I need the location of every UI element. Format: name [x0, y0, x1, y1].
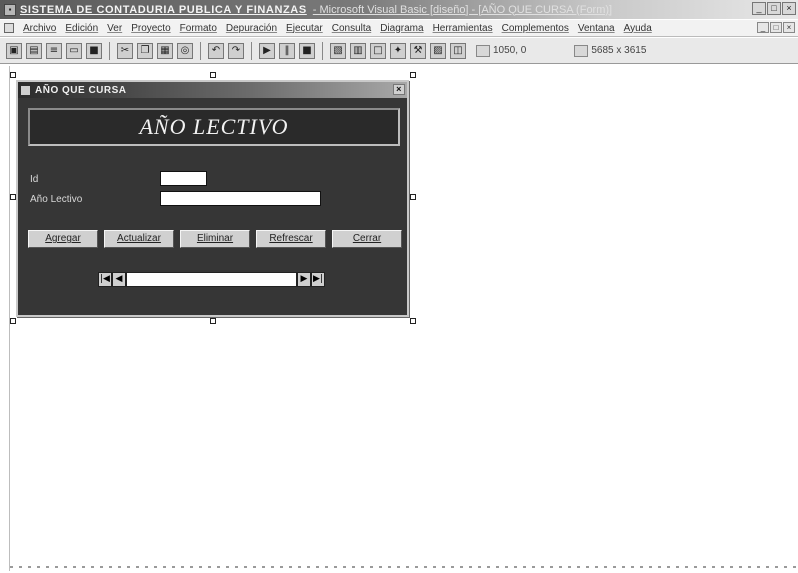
close-button[interactable]: × — [782, 2, 796, 15]
form-caption: AÑO QUE CURSA — [35, 84, 127, 96]
ano-lectivo-label: Año Lectivo — [30, 194, 83, 205]
menu-ver[interactable]: Ver — [107, 23, 122, 34]
undo-icon[interactable]: ↶ — [208, 42, 224, 59]
toolbar-separator — [251, 41, 252, 60]
cut-icon[interactable]: ✂ — [117, 42, 133, 59]
menu-complementos[interactable]: Complementos — [502, 23, 569, 34]
toolbar-separator — [109, 41, 110, 60]
size-icon — [574, 44, 589, 57]
form-close-button[interactable]: × — [393, 84, 405, 95]
size-value: 5685 x 3615 — [591, 45, 647, 56]
project-explorer-icon[interactable]: ▧ — [330, 42, 346, 59]
start-icon[interactable]: ▶ — [259, 42, 275, 59]
toolbox-icon[interactable]: ⚒ — [410, 42, 426, 59]
resize-handle-top-right[interactable] — [410, 72, 416, 78]
menu-proyecto[interactable]: Proyecto — [131, 23, 170, 34]
navigator-caption — [126, 271, 297, 287]
ide-title-bar: ▪ SISTEMA DE CONTADURIA PUBLICA Y FINANZ… — [0, 0, 798, 19]
mdi-window-controls: _ □ × — [757, 22, 795, 33]
open-icon[interactable]: ▭ — [66, 42, 82, 59]
size-readout: 5685 x 3615 — [574, 44, 647, 57]
form-layout-icon[interactable]: □ — [370, 42, 386, 59]
visual-basic-icon: ▪ — [4, 3, 16, 16]
data-view-icon[interactable]: ▨ — [430, 42, 446, 59]
window-controls: _ □ × — [752, 2, 796, 15]
copy-icon[interactable]: ❐ — [137, 42, 153, 59]
add-project-icon[interactable]: ▣ — [6, 42, 22, 59]
menu-bar: Archivo Edición Ver Proyecto Formato Dep… — [0, 20, 798, 37]
first-record-button[interactable]: |◀ — [98, 271, 112, 287]
menu-diagrama[interactable]: Diagrama — [380, 23, 423, 34]
action-buttons: Agregar Actualizar Eliminar Refrescar Ce… — [26, 230, 406, 250]
position-icon — [476, 44, 490, 57]
menu-editor-icon[interactable]: ≡ — [46, 42, 62, 59]
last-record-button[interactable]: ▶| — [311, 271, 325, 287]
form-banner: AÑO LECTIVO — [28, 108, 400, 146]
resize-handle-top[interactable] — [210, 72, 216, 78]
menu-ayuda[interactable]: Ayuda — [624, 23, 652, 34]
menu-archivo[interactable]: Archivo — [23, 23, 56, 34]
component-manager-icon[interactable]: ◫ — [450, 42, 466, 59]
save-icon[interactable]: ■ — [86, 42, 102, 59]
agregar-button[interactable]: Agregar — [28, 230, 98, 248]
find-icon[interactable]: ◎ — [177, 42, 193, 59]
id-field[interactable] — [160, 171, 207, 186]
toolbar-separator — [322, 41, 323, 60]
next-record-button[interactable]: ▶ — [297, 271, 311, 287]
id-label: Id — [30, 174, 39, 185]
menu-ejecutar[interactable]: Ejecutar — [286, 23, 323, 34]
position-readout: 1050, 0 — [476, 44, 527, 57]
resize-handle-top-left[interactable] — [10, 72, 16, 78]
form-icon — [21, 85, 30, 95]
paste-icon[interactable]: ▦ — [157, 42, 173, 59]
form-body: AÑO LECTIVO Id Año Lectivo Agregar Actua… — [18, 98, 407, 315]
ano-que-cursa-form[interactable]: AÑO QUE CURSA × AÑO LECTIVO Id Año Lecti… — [16, 80, 409, 317]
mdi-minimize-button[interactable]: _ — [757, 22, 769, 33]
menu-consulta[interactable]: Consulta — [332, 23, 371, 34]
resize-handle-bottom-left[interactable] — [10, 318, 16, 324]
mdi-restore-button[interactable]: □ — [770, 22, 782, 33]
data-navigator: |◀ ◀ ▶ ▶| — [98, 271, 325, 287]
object-browser-icon[interactable]: ✦ — [390, 42, 406, 59]
menu-formato[interactable]: Formato — [180, 23, 217, 34]
pause-icon[interactable]: ‖ — [279, 42, 295, 59]
redo-icon[interactable]: ↷ — [228, 42, 244, 59]
standard-toolbar: ▣ ▤ ≡ ▭ ■ ✂ ❐ ▦ ◎ ↶ ↷ ▶ ‖ ■ ▧ ▥ □ ✦ ⚒ ▨ … — [0, 38, 798, 64]
menu-edicion[interactable]: Edición — [65, 23, 98, 34]
banner-title: AÑO LECTIVO — [139, 114, 289, 139]
menu-ventana[interactable]: Ventana — [578, 23, 615, 34]
menu-herramientas[interactable]: Herramientas — [433, 23, 493, 34]
ano-lectivo-field[interactable] — [160, 191, 321, 206]
form-system-menu-icon[interactable] — [4, 23, 14, 33]
properties-icon[interactable]: ▥ — [350, 42, 366, 59]
maximize-button[interactable]: □ — [767, 2, 781, 15]
position-value: 1050, 0 — [493, 45, 527, 56]
resize-handle-bottom[interactable] — [210, 318, 216, 324]
refrescar-button[interactable]: Refrescar — [256, 230, 326, 248]
toolbar-separator — [200, 41, 201, 60]
app-title: SISTEMA DE CONTADURIA PUBLICA Y FINANZAS — [20, 3, 307, 16]
previous-record-button[interactable]: ◀ — [112, 271, 126, 287]
resize-handle-bottom-right[interactable] — [410, 318, 416, 324]
cerrar-button[interactable]: Cerrar — [332, 230, 402, 248]
actualizar-button[interactable]: Actualizar — [104, 230, 174, 248]
menu-depuracion[interactable]: Depuración — [226, 23, 277, 34]
canvas-bottom-edge — [10, 566, 796, 568]
add-form-icon[interactable]: ▤ — [26, 42, 42, 59]
resize-handle-right[interactable] — [410, 194, 416, 200]
mdi-close-button[interactable]: × — [783, 22, 795, 33]
minimize-button[interactable]: _ — [752, 2, 766, 15]
stop-icon[interactable]: ■ — [299, 42, 315, 59]
window-title-suffix: - Microsoft Visual Basic [diseño] - [AÑO… — [312, 3, 613, 16]
form-caption-bar[interactable]: AÑO QUE CURSA × — [18, 82, 407, 98]
eliminar-button[interactable]: Eliminar — [180, 230, 250, 248]
